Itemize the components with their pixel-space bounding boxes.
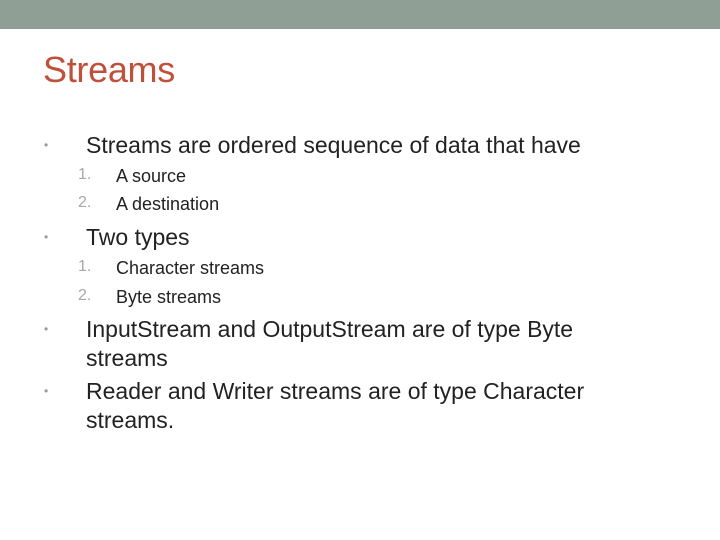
top-accent-bar <box>0 0 720 29</box>
bullet-text: InputStream and OutputStream are of type… <box>86 316 574 371</box>
bullet-marker: • <box>44 230 49 244</box>
bullet-text: Two types <box>86 224 190 250</box>
item-number: 1. <box>78 166 92 183</box>
bullet-text: Reader and Writer streams are of type Ch… <box>86 378 585 433</box>
item-number: 2. <box>78 287 92 304</box>
item-number: 1. <box>78 258 92 275</box>
item-text: Byte streams <box>116 287 222 307</box>
bullet-text: Streams are ordered sequence of data tha… <box>86 132 581 158</box>
item-text: A source <box>116 166 187 186</box>
item-text: Character streams <box>116 258 265 278</box>
bullet-marker: • <box>44 384 49 398</box>
slide-title: Streams <box>43 49 175 90</box>
item-text: A destination <box>116 194 220 214</box>
bullet-marker: • <box>44 138 49 152</box>
item-number: 2. <box>78 194 92 211</box>
bullet-marker: • <box>44 322 49 336</box>
